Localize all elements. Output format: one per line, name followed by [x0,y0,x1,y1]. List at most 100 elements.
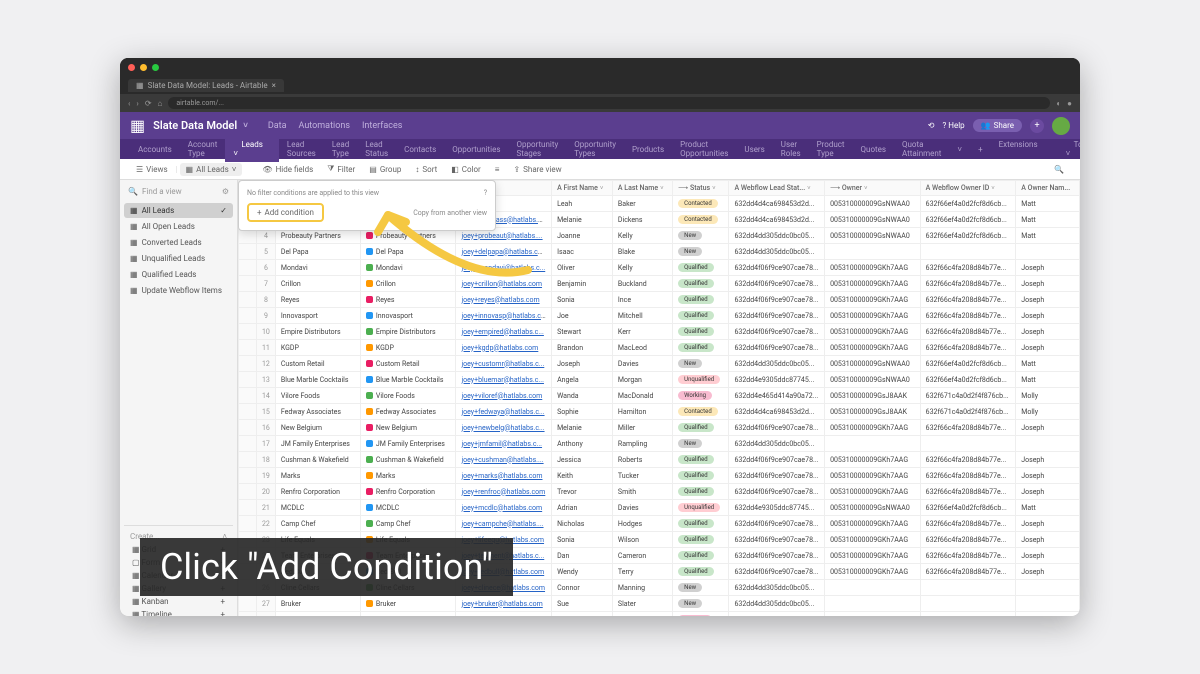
filter-button[interactable]: ⧩ Filter [321,162,361,176]
table-tab[interactable]: Lead Type [324,136,357,162]
cell-status[interactable]: Qualified [673,532,729,548]
cell-first[interactable]: Sue [552,596,613,612]
cell-ownername[interactable]: Joseph [1016,468,1080,484]
cell-woid[interactable]: 632f66c4fa208d84b77e... [920,516,1016,532]
cell-last[interactable]: Cameron [612,548,672,564]
table-tab[interactable]: Opportunity Types [566,136,624,162]
cell-status[interactable]: Qualified [673,484,729,500]
cell-owner[interactable]: 005310000009GKh7AAG [825,484,921,500]
table-tab[interactable]: Accounts [130,141,180,158]
cell-woid[interactable]: 632f66c4fa208d84b77e... [920,548,1016,564]
cell-name[interactable]: Custom Retail [275,356,360,372]
cell-wls[interactable]: 632dd4dd305ddc0bc05... [729,228,825,244]
cell-name[interactable]: Bruker [275,596,360,612]
cell-woid[interactable] [920,436,1016,452]
cell-name[interactable]: Blue Marble Cocktails [275,372,360,388]
table-tab[interactable]: Users [736,141,772,158]
checkbox-cell[interactable] [239,244,257,260]
checkbox-cell[interactable] [239,452,257,468]
table-row[interactable]: 17JM Family EnterprisesJM Family Enterpr… [239,436,1080,452]
table-tab[interactable]: User Roles [773,136,809,162]
cell-account[interactable]: Custom Retail [360,356,456,372]
settings-icon[interactable]: ⚙ [222,187,229,196]
cell-first[interactable]: Stewart [552,324,613,340]
cell-last[interactable]: Slater [612,596,672,612]
nav-automations[interactable]: Automations [299,121,350,131]
table-row[interactable]: 14Vilore FoodsVilore Foodsjoey+viloref@h… [239,388,1080,404]
cell-wls[interactable]: 632dd4e9305ddc87745... [729,500,825,516]
hide-fields-button[interactable]: 👁 Hide fields [256,163,319,176]
cell-email[interactable]: joey+cushman@hatlabs.... [456,452,552,468]
cell-first[interactable]: Adrian [552,500,613,516]
copy-from-view-link[interactable]: Copy from another view [413,209,487,217]
cell-woid[interactable] [920,596,1016,612]
cell-status[interactable]: New [673,228,729,244]
cell-email[interactable]: joey+bruker@hatlabs.com [456,596,552,612]
cell-wls[interactable]: 632dd4f06f9ce907cae78... [729,516,825,532]
cell-wls[interactable]: 632dd4f06f9ce907cae78... [729,340,825,356]
cell-email[interactable]: joey+marks@hatlabs.com [456,468,552,484]
profile-icon[interactable]: ● [1067,99,1072,108]
cell-name[interactable]: Vilore Foods [275,388,360,404]
table-tab[interactable]: Quotes [853,141,894,158]
cell-account[interactable]: JM Family Enterprises [360,436,456,452]
cell-ownername[interactable]: Joseph [1016,292,1080,308]
extensions-link[interactable]: Extensions [991,136,1046,162]
cell-account[interactable]: Renfro Corporation [360,484,456,500]
cell-first[interactable]: Trevor [552,484,613,500]
cell-owner[interactable]: 005310000009GsNWAA0 [825,500,921,516]
cell-first[interactable]: Nicholas [552,516,613,532]
help-icon[interactable]: ? [484,189,487,197]
cell-status[interactable]: Unqualified [673,500,729,516]
table-row[interactable]: 13Blue Marble CocktailsBlue Marble Cockt… [239,372,1080,388]
cell-wls[interactable]: 632dd4e465d414a90a72... [729,612,825,617]
checkbox-cell[interactable] [239,612,257,617]
cell-wls[interactable]: 632dd4f06f9ce907cae78... [729,308,825,324]
cell-first[interactable]: Benjamin [552,276,613,292]
cell-wls[interactable]: 632dd4dd305ddc0bc05... [729,244,825,260]
col-header[interactable]: A Last Name˅ [612,181,672,196]
nav-forward-icon[interactable]: › [136,99,138,108]
checkbox-cell[interactable] [239,308,257,324]
cell-status[interactable]: Working [673,388,729,404]
cell-email[interactable]: joey+kgdp@hatlabs.com [456,340,552,356]
cell-first[interactable]: Wendy [552,564,613,580]
table-row[interactable]: 15Fedway AssociatesFedway Associatesjoey… [239,404,1080,420]
cell-woid[interactable]: 632f671c4a0d2f4f876cb... [920,388,1016,404]
view-item[interactable]: ▦ Converted Leads [124,235,233,250]
cell-last[interactable]: MacLeod [612,340,672,356]
cell-status[interactable]: New [673,244,729,260]
cell-account[interactable]: Cushman & Wakefield [360,452,456,468]
cell-first[interactable]: Isaac [552,244,613,260]
cell-email[interactable]: joey+reyes@hatlabs.com [456,292,552,308]
cell-status[interactable]: Unqualified [673,372,729,388]
table-row[interactable]: 11KGDPKGDPjoey+kgdp@hatlabs.comBrandonMa… [239,340,1080,356]
cell-last[interactable]: Kelly [612,228,672,244]
cell-status[interactable]: Qualified [673,276,729,292]
cell-ownername[interactable]: Joseph [1016,276,1080,292]
cell-wls[interactable]: 632dd4d4ca698453d2d... [729,196,825,212]
cell-last[interactable]: Terry [612,564,672,580]
cell-owner[interactable]: 005310000009GsNWAA0 [825,228,921,244]
checkbox-cell[interactable] [239,404,257,420]
cell-woid[interactable]: 632f671c4a0d2f4f876cb... [920,612,1016,617]
cell-last[interactable]: Baker [612,196,672,212]
cell-wls[interactable]: 632dd4f06f9ce907cae78... [729,324,825,340]
cell-first[interactable]: Joseph [552,356,613,372]
cell-name[interactable]: Del Papa [275,244,360,260]
view-item[interactable]: ▦ Update Webflow Items [124,283,233,298]
cell-ownername[interactable] [1016,244,1080,260]
cell-first[interactable]: Keith [552,468,613,484]
cell-last[interactable]: Miller [612,420,672,436]
cell-woid[interactable]: 632f66ef4a0d2fcf8d6cb... [920,372,1016,388]
cell-woid[interactable]: 632f66c4fa208d84b77e... [920,564,1016,580]
cell-status[interactable]: Qualified [673,292,729,308]
cell-ownername[interactable]: Joseph [1016,452,1080,468]
col-header[interactable]: A Webflow Lead Stat...˅ [729,181,825,196]
cell-woid[interactable]: 632f66c4fa208d84b77e... [920,484,1016,500]
cell-woid[interactable]: 632f66c4fa208d84b77e... [920,452,1016,468]
cell-wls[interactable]: 632dd4f06f9ce907cae78... [729,420,825,436]
cell-last[interactable]: Kerr [612,324,672,340]
checkbox-cell[interactable] [239,420,257,436]
cell-wls[interactable]: 632dd4dd305ddc0bc05... [729,436,825,452]
